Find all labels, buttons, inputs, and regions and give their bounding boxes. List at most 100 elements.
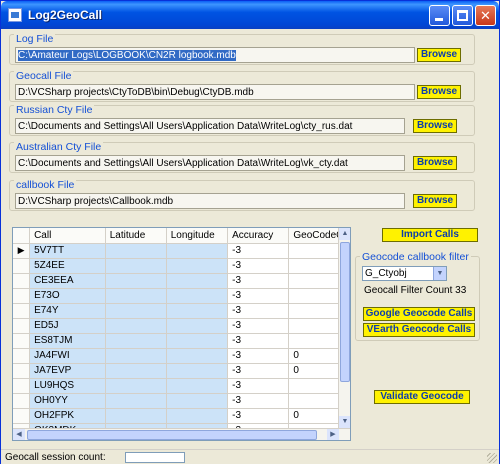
maximize-button[interactable] — [452, 5, 473, 26]
calls-grid[interactable]: Call Latitude Longitude Accuracy GeoCode… — [12, 227, 351, 441]
scroll-down-icon[interactable]: ▼ — [339, 416, 350, 428]
grid-cell[interactable]: -3 — [227, 288, 290, 304]
grid-cell[interactable]: -3 — [227, 303, 290, 319]
row-header[interactable] — [13, 393, 31, 409]
table-row[interactable]: ▶ 5V7TT -3 — [13, 243, 350, 259]
row-header[interactable] — [13, 288, 31, 304]
table-row[interactable]: 5Z4EE -3 — [13, 258, 350, 274]
table-row[interactable]: E73O -3 — [13, 288, 350, 304]
grid-cell[interactable] — [105, 393, 167, 409]
table-row[interactable]: JA7EVP -3 0 — [13, 363, 350, 379]
australian-cty-browse-button[interactable]: Browse — [413, 156, 457, 170]
row-header[interactable] — [13, 303, 31, 319]
scroll-up-icon[interactable]: ▲ — [339, 228, 350, 240]
grid-cell[interactable] — [166, 348, 229, 364]
grid-cell[interactable] — [105, 333, 167, 349]
log-file-path-field[interactable]: C:\Amateur Logs\LOGBOOK\CN2R logbook.mdb — [15, 47, 415, 63]
scroll-right-icon[interactable]: ▶ — [327, 429, 339, 440]
grid-cell[interactable]: -3 — [227, 408, 290, 424]
row-header[interactable] — [13, 333, 31, 349]
row-header[interactable] — [13, 273, 31, 289]
grid-cell[interactable]: JA7EVP — [29, 363, 106, 379]
vearth-geocode-button[interactable]: VEarth Geocode Calls — [363, 323, 475, 337]
grid-cell[interactable] — [166, 318, 229, 334]
callbook-file-path-field[interactable]: D:\VCSharp projects\Callbook.mdb — [15, 193, 405, 209]
geocall-file-path-field[interactable]: D:\VCSharp projects\CtyToDB\bin\Debug\Ct… — [15, 84, 415, 100]
current-row-arrow-icon[interactable]: ▶ — [13, 243, 31, 259]
grid-cell[interactable]: ES8TJM — [29, 333, 106, 349]
grid-cell[interactable] — [105, 243, 167, 259]
grid-cell[interactable] — [105, 408, 167, 424]
grid-cell[interactable] — [105, 318, 167, 334]
minimize-button[interactable] — [429, 5, 450, 26]
table-row[interactable]: ED5J -3 — [13, 318, 350, 334]
import-calls-button[interactable]: Import Calls — [382, 228, 478, 242]
row-header[interactable] — [13, 378, 31, 394]
chevron-down-icon[interactable]: ▼ — [433, 267, 446, 280]
grid-cell[interactable] — [166, 378, 229, 394]
grid-cell[interactable]: ED5J — [29, 318, 106, 334]
grid-cell[interactable] — [105, 273, 167, 289]
grid-horizontal-scroll-thumb[interactable] — [27, 430, 317, 440]
table-row[interactable]: E74Y -3 — [13, 303, 350, 319]
grid-cell[interactable] — [166, 258, 229, 274]
grid-cell[interactable] — [166, 333, 229, 349]
log-file-browse-button[interactable]: Browse — [417, 48, 461, 62]
filter-select[interactable]: G_Ctyobj ▼ — [362, 266, 447, 281]
grid-cell[interactable]: 5Z4EE — [29, 258, 106, 274]
grid-cell[interactable] — [166, 243, 229, 259]
callbook-file-browse-button[interactable]: Browse — [413, 194, 457, 208]
grid-cell[interactable]: LU9HQS — [29, 378, 106, 394]
grid-cell[interactable] — [105, 258, 167, 274]
grid-cell[interactable] — [105, 288, 167, 304]
grid-cell[interactable]: OH2FPK — [29, 408, 106, 424]
grid-cell[interactable]: OH0YY — [29, 393, 106, 409]
column-header[interactable]: Latitude — [105, 228, 167, 244]
grid-cell[interactable]: -3 — [227, 378, 290, 394]
scroll-left-icon[interactable]: ◀ — [13, 429, 25, 440]
table-row[interactable]: JA4FWI -3 0 — [13, 348, 350, 364]
grid-cell[interactable] — [166, 408, 229, 424]
grid-horizontal-scrollbar[interactable]: ◀ ▶ — [13, 428, 350, 440]
grid-cell[interactable] — [166, 303, 229, 319]
google-geocode-button[interactable]: Google Geocode Calls — [363, 307, 475, 321]
grid-cell[interactable] — [105, 363, 167, 379]
grid-cell[interactable]: -3 — [227, 363, 290, 379]
table-row[interactable]: OH2FPK -3 0 — [13, 408, 350, 424]
grid-cell[interactable]: -3 — [227, 333, 290, 349]
row-header[interactable] — [13, 363, 31, 379]
grid-cell[interactable] — [105, 378, 167, 394]
russian-cty-path-field[interactable]: C:\Documents and Settings\All Users\Appl… — [15, 118, 405, 134]
table-row[interactable]: LU9HQS -3 — [13, 378, 350, 394]
australian-cty-path-field[interactable]: C:\Documents and Settings\All Users\Appl… — [15, 155, 405, 171]
grid-cell[interactable]: CE3EEA — [29, 273, 106, 289]
grid-cell[interactable] — [166, 273, 229, 289]
column-header[interactable]: Call — [29, 228, 106, 244]
grid-cell[interactable] — [105, 348, 167, 364]
validate-geocode-button[interactable]: Validate Geocode — [374, 390, 470, 404]
grid-cell[interactable]: 5V7TT — [29, 243, 106, 259]
row-header[interactable] — [13, 348, 31, 364]
title-bar[interactable]: Log2GeoCall ✕ — [1, 1, 499, 29]
grid-cell[interactable] — [166, 288, 229, 304]
table-row[interactable]: OH0YY -3 — [13, 393, 350, 409]
column-header[interactable]: Longitude — [166, 228, 229, 244]
geocall-file-browse-button[interactable]: Browse — [417, 85, 461, 99]
grid-cell[interactable]: -3 — [227, 243, 290, 259]
column-header[interactable]: Accuracy — [227, 228, 290, 244]
row-header[interactable] — [13, 408, 31, 424]
grid-cell[interactable] — [166, 393, 229, 409]
grid-cell[interactable] — [105, 303, 167, 319]
grid-cell[interactable]: E74Y — [29, 303, 106, 319]
grid-cell[interactable]: -3 — [227, 348, 290, 364]
grid-vertical-scroll-thumb[interactable] — [340, 242, 350, 382]
grid-vertical-scrollbar[interactable]: ▲ ▼ — [338, 228, 350, 428]
close-button[interactable]: ✕ — [475, 5, 496, 26]
resize-grip-icon[interactable] — [487, 453, 497, 463]
grid-cell[interactable]: JA4FWI — [29, 348, 106, 364]
russian-cty-browse-button[interactable]: Browse — [413, 119, 457, 133]
grid-cell[interactable]: -3 — [227, 393, 290, 409]
grid-cell[interactable]: E73O — [29, 288, 106, 304]
row-header[interactable] — [13, 258, 31, 274]
table-row[interactable]: ES8TJM -3 — [13, 333, 350, 349]
